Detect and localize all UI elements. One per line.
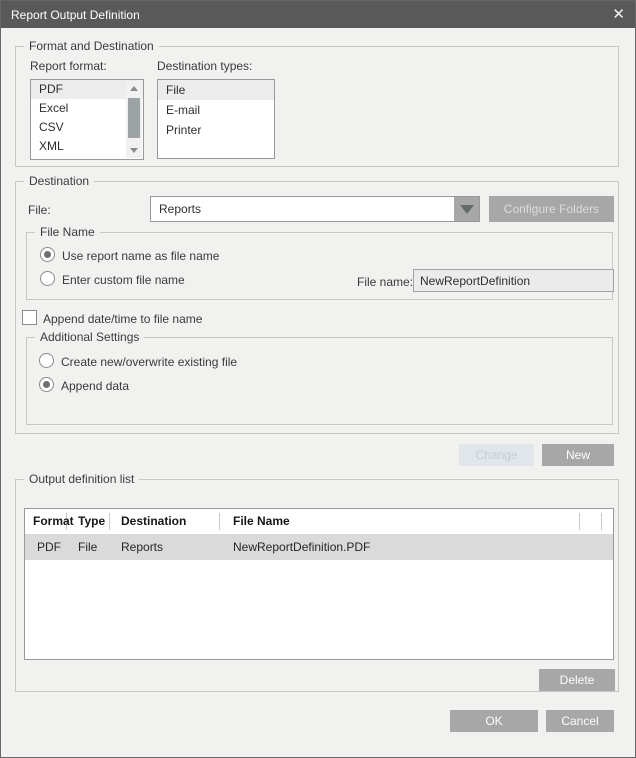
append-datetime-checkbox[interactable]	[22, 310, 37, 325]
destination-group-label: Destination	[24, 174, 94, 188]
additional-settings-group-label: Additional Settings	[35, 330, 144, 344]
destination-type-option-email[interactable]: E-mail	[158, 100, 274, 120]
cancel-button[interactable]: Cancel	[546, 710, 614, 732]
append-datetime-label[interactable]: Append date/time to file name	[43, 312, 202, 326]
scroll-down-icon[interactable]	[126, 143, 142, 158]
window-title: Report Output Definition	[11, 8, 140, 22]
file-name-group-label: File Name	[35, 225, 100, 239]
file-name-input[interactable]	[413, 269, 614, 292]
column-header-type[interactable]: Type	[67, 513, 110, 530]
configure-folders-button[interactable]: Configure Folders	[489, 196, 614, 222]
titlebar: Report Output Definition ✕	[1, 1, 635, 28]
chevron-down-icon	[460, 205, 474, 214]
cell-type: File	[67, 540, 110, 554]
file-name-group: File Name Use report name as file name E…	[26, 232, 613, 300]
destination-types-label: Destination types:	[157, 59, 252, 73]
destination-type-option-file[interactable]: File	[158, 80, 274, 100]
scrollbar-thumb[interactable]	[128, 98, 140, 138]
destination-types-listbox: File E-mail Printer	[157, 79, 275, 159]
file-destination-value: Reports	[151, 202, 454, 216]
enter-custom-name-radio[interactable]	[40, 271, 55, 286]
create-new-label[interactable]: Create new/overwrite existing file	[61, 355, 237, 369]
file-name-field-label: File name:	[357, 275, 413, 289]
column-header-file-name[interactable]: File Name	[220, 513, 580, 530]
ok-button[interactable]: OK	[450, 710, 538, 732]
output-definition-table: Format Type Destination File Name PDF Fi…	[24, 508, 614, 660]
delete-button[interactable]: Delete	[539, 669, 615, 691]
column-header-destination[interactable]: Destination	[110, 513, 220, 530]
cell-destination: Reports	[110, 540, 220, 554]
new-button[interactable]: New	[542, 444, 614, 466]
report-format-listbox: PDF Excel CSV XML	[30, 79, 144, 160]
table-header-row: Format Type Destination File Name	[25, 509, 613, 534]
destination-type-option-printer[interactable]: Printer	[158, 120, 274, 140]
scroll-up-icon[interactable]	[126, 81, 142, 96]
column-header-format[interactable]: Format	[25, 513, 67, 530]
cell-format: PDF	[25, 540, 67, 554]
file-destination-combobox[interactable]: Reports	[150, 196, 480, 222]
change-button[interactable]: Change	[459, 444, 534, 466]
table-row[interactable]: PDF File Reports NewReportDefinition.PDF	[25, 534, 613, 560]
additional-settings-group: Additional Settings Create new/overwrite…	[26, 337, 613, 425]
close-icon[interactable]: ✕	[612, 7, 625, 22]
enter-custom-name-label[interactable]: Enter custom file name	[62, 273, 185, 287]
create-new-radio[interactable]	[39, 353, 54, 368]
report-output-definition-dialog: Report Output Definition ✕ Format and De…	[0, 0, 636, 758]
file-label: File:	[28, 203, 51, 217]
combobox-dropdown-button[interactable]	[454, 197, 479, 221]
append-data-label[interactable]: Append data	[61, 379, 129, 393]
report-format-label: Report format:	[30, 59, 107, 73]
use-report-name-label[interactable]: Use report name as file name	[62, 249, 219, 263]
format-and-destination-group: Format and Destination Report format: PD…	[15, 46, 619, 167]
output-definition-list-group: Output definition list Format Type Desti…	[15, 479, 619, 692]
append-data-radio[interactable]	[39, 377, 54, 392]
cell-file-name: NewReportDefinition.PDF	[220, 540, 580, 554]
column-header-spacer	[580, 513, 602, 530]
destination-group: Destination File: Reports Configure Fold…	[15, 181, 619, 434]
format-and-destination-group-label: Format and Destination	[24, 39, 159, 53]
use-report-name-radio[interactable]	[40, 247, 55, 262]
report-format-scrollbar[interactable]	[126, 81, 142, 158]
output-definition-list-group-label: Output definition list	[24, 472, 139, 486]
